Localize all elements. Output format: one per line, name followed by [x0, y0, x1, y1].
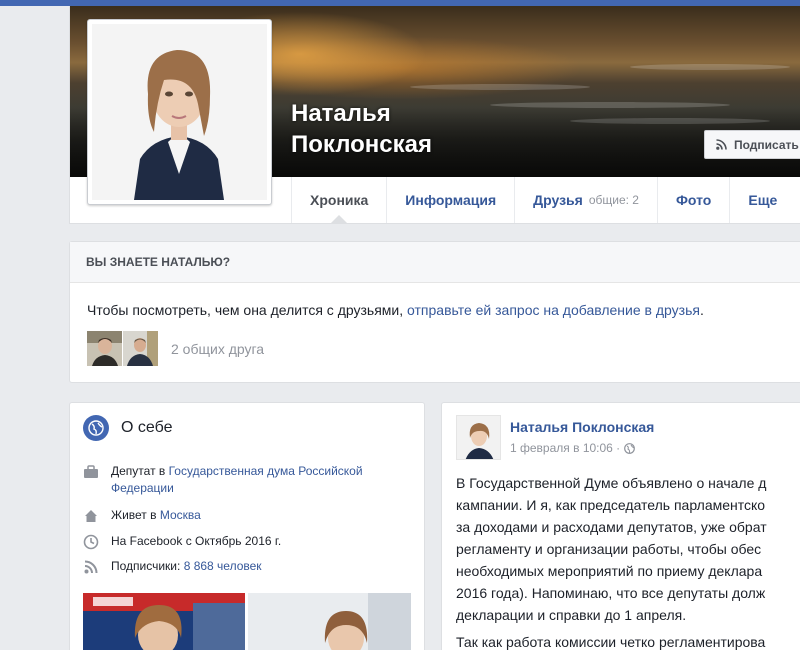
post-paragraph: Так как работа комиссии четко регламенти… — [456, 631, 800, 650]
tab-label: Хроника — [310, 192, 369, 208]
tab-label: Друзья — [533, 192, 583, 208]
subscribe-label: Подписать — [734, 137, 799, 152]
cover-wave — [630, 64, 790, 70]
globe-icon[interactable] — [624, 442, 636, 454]
globe-icon — [83, 415, 109, 441]
post-date[interactable]: 1 февраля в 10:06 · — [510, 441, 620, 455]
about-followers: Подписчики: 8 868 человек — [83, 558, 411, 575]
mutual-friend-avatar[interactable] — [87, 331, 122, 366]
tab-friends[interactable]: Друзья общие: 2 — [514, 177, 657, 223]
know-text-end: . — [699, 302, 704, 318]
mutual-friend-avatar[interactable] — [123, 331, 158, 366]
clock-icon — [83, 534, 99, 550]
post-author-name[interactable]: Наталья Поклонская — [510, 419, 654, 435]
profile-name[interactable]: Наталья Поклонская — [291, 98, 531, 160]
about-city: Живет в Москва — [83, 507, 411, 524]
tab-label: Еще — [748, 192, 778, 208]
about-title: О себе — [121, 419, 173, 436]
post-text: В Государственной Думе объявлено о начал… — [456, 472, 800, 650]
city-link[interactable]: Москва — [160, 508, 201, 522]
post-paragraph: В Государственной Думе объявлено о начал… — [456, 472, 800, 626]
rss-icon — [84, 560, 98, 574]
briefcase-icon — [84, 465, 98, 478]
post-author-avatar[interactable] — [456, 415, 501, 460]
profile-tabs: Хроника Информация Друзья общие: 2 Фото Е… — [291, 177, 795, 223]
mutual-friends-count[interactable]: 2 общих друга — [171, 341, 264, 357]
about-card: О себе Депутат в Государственная дума Ро… — [69, 402, 425, 650]
know-message: Чтобы посмотреть, чем она делится с друз… — [87, 302, 704, 318]
house-icon — [85, 510, 97, 522]
about-joined-text: На Facebook с Октябрь 2016 г. — [111, 534, 282, 548]
photo-thumbnail[interactable] — [83, 593, 245, 650]
rss-icon — [716, 139, 727, 150]
mutual-count: общие: 2 — [588, 193, 639, 207]
post-line: 2016 года). Напоминаю, что все депутаты … — [456, 585, 766, 601]
post-line: Так как работа комиссии четко регламенти… — [456, 634, 766, 650]
about-row-text: Подписчики: — [111, 559, 184, 573]
know-her-card: ВЫ ЗНАЕТЕ НАТАЛЬЮ? Чтобы посмотреть, чем… — [69, 241, 800, 383]
cover-wave — [410, 84, 590, 90]
tab-more[interactable]: Еще — [729, 177, 795, 223]
tab-photos[interactable]: Фото — [656, 177, 729, 223]
subscribe-button[interactable]: Подписать — [704, 130, 800, 159]
about-city-text: Живет в Москва — [111, 507, 411, 524]
about-work-text: Депутат в Государственная дума Российско… — [111, 463, 411, 497]
about-row-text: Депутат в — [111, 464, 169, 478]
know-text: Чтобы посмотреть, чем она делится с друз… — [87, 302, 408, 318]
about-joined: На Facebook с Октябрь 2016 г. — [83, 533, 411, 550]
profile-picture[interactable] — [87, 19, 272, 205]
post-line: декларации и справки до 1 апреля. — [456, 607, 687, 623]
followers-link[interactable]: 8 868 человек — [184, 559, 262, 573]
mutual-friends[interactable]: 2 общих друга — [87, 331, 264, 366]
about-work: Депутат в Государственная дума Российско… — [83, 463, 411, 497]
post-card: Наталья Поклонская 1 февраля в 10:06 · В… — [441, 402, 800, 650]
post-line: регламенту и организации работы, чтобы о… — [456, 541, 762, 557]
tab-label: Информация — [405, 192, 497, 208]
post-line: необходимых мероприятий по приему деклар… — [456, 563, 763, 579]
post-line: кампании. И я, как председатель парламен… — [456, 497, 766, 513]
about-row-text: Живет в — [111, 508, 160, 522]
post-line: за доходами и расходами депутатов, уже о… — [456, 519, 767, 535]
post-meta: 1 февраля в 10:06 · — [510, 441, 636, 455]
about-header: О себе — [83, 415, 173, 441]
know-heading: ВЫ ЗНАЕТЕ НАТАЛЬЮ? — [70, 242, 800, 283]
avatar — [92, 24, 267, 200]
post-line: В Государственной Думе объявлено о начал… — [456, 475, 767, 491]
about-followers-text: Подписчики: 8 868 человек — [111, 558, 411, 575]
send-friend-request-link[interactable]: отправьте ей запрос на добавление в друз… — [407, 302, 700, 318]
photo-strip — [83, 593, 411, 650]
tab-label: Фото — [675, 192, 712, 208]
tab-timeline[interactable]: Хроника — [291, 177, 386, 223]
tab-about[interactable]: Информация — [386, 177, 514, 223]
photo-thumbnail[interactable] — [248, 593, 411, 650]
